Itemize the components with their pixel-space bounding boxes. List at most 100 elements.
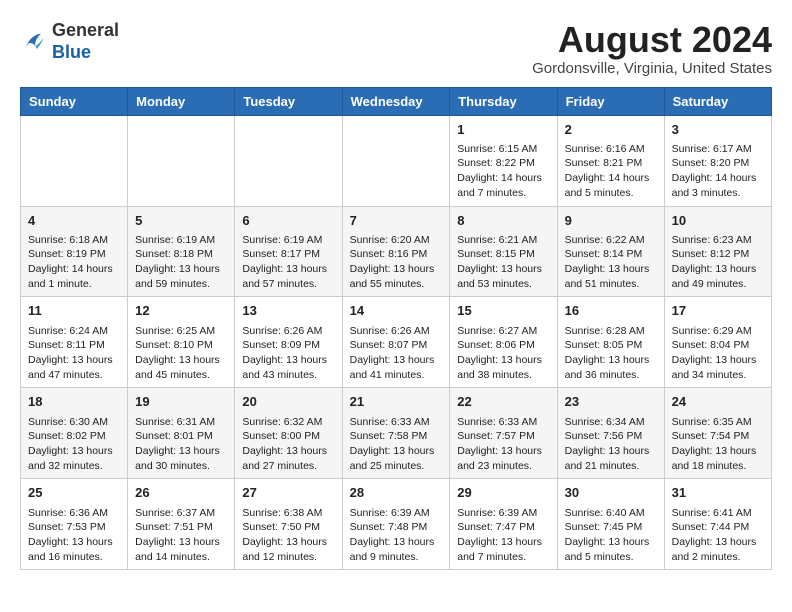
day-info: Sunrise: 6:39 AM Sunset: 7:48 PM Dayligh… [350, 507, 435, 563]
calendar-week-row: 25 Sunrise: 6:36 AM Sunset: 7:53 PM Dayli… [21, 479, 772, 570]
day-number: 27 [242, 484, 334, 502]
day-info: Sunrise: 6:30 AM Sunset: 8:02 PM Dayligh… [28, 416, 113, 472]
day-number: 23 [565, 393, 657, 411]
calendar-cell: 6Sunrise: 6:19 AM Sunset: 8:17 PM Daylig… [235, 206, 342, 297]
day-info: Sunrise: 6:32 AM Sunset: 8:00 PM Dayligh… [242, 416, 327, 472]
calendar-week-row: 18 Sunrise: 6:30 AM Sunset: 8:02 PM Dayli… [21, 388, 772, 479]
calendar-cell: 25 Sunrise: 6:36 AM Sunset: 7:53 PM Dayli… [21, 479, 128, 570]
day-info: Sunrise: 6:31 AM Sunset: 8:01 PM Dayligh… [135, 416, 220, 472]
day-info: Sunrise: 6:40 AM Sunset: 7:45 PM Dayligh… [565, 507, 650, 563]
calendar-cell [21, 115, 128, 206]
day-number: 30 [565, 484, 657, 502]
day-number: 14 [350, 302, 443, 320]
logo: General Blue [20, 20, 119, 63]
day-header-thursday: Thursday [450, 87, 557, 115]
day-number: 2 [565, 121, 657, 139]
day-number: 17 [672, 302, 764, 320]
day-info: Sunrise: 6:39 AM Sunset: 7:47 PM Dayligh… [457, 507, 542, 563]
day-info: Sunrise: 6:27 AM Sunset: 8:06 PM Dayligh… [457, 325, 542, 381]
day-info: Sunrise: 6:36 AM Sunset: 7:53 PM Dayligh… [28, 507, 113, 563]
day-number: 8 [457, 212, 549, 230]
calendar-week-row: 4Sunrise: 6:18 AM Sunset: 8:19 PM Daylig… [21, 206, 772, 297]
day-info: Sunrise: 6:25 AM Sunset: 8:10 PM Dayligh… [135, 325, 220, 381]
calendar-cell: 4Sunrise: 6:18 AM Sunset: 8:19 PM Daylig… [21, 206, 128, 297]
calendar-table: SundayMondayTuesdayWednesdayThursdayFrid… [20, 87, 772, 571]
day-info: Sunrise: 6:33 AM Sunset: 7:58 PM Dayligh… [350, 416, 435, 472]
location-subtitle: Gordonsville, Virginia, United States [532, 60, 772, 77]
logo-bird-icon [20, 28, 48, 56]
calendar-cell: 22 Sunrise: 6:33 AM Sunset: 7:57 PM Dayli… [450, 388, 557, 479]
day-number: 24 [672, 393, 764, 411]
calendar-cell [342, 115, 450, 206]
day-number: 7 [350, 212, 443, 230]
logo-text: General Blue [52, 20, 119, 63]
calendar-cell: 11Sunrise: 6:24 AM Sunset: 8:11 PM Dayli… [21, 297, 128, 388]
calendar-cell: 27 Sunrise: 6:38 AM Sunset: 7:50 PM Dayli… [235, 479, 342, 570]
day-info: Sunrise: 6:41 AM Sunset: 7:44 PM Dayligh… [672, 507, 757, 563]
day-header-friday: Friday [557, 87, 664, 115]
day-info: Sunrise: 6:21 AM Sunset: 8:15 PM Dayligh… [457, 234, 542, 290]
day-number: 20 [242, 393, 334, 411]
calendar-cell: 3 Sunrise: 6:17 AM Sunset: 8:20 PM Daylig… [664, 115, 771, 206]
day-number: 19 [135, 393, 227, 411]
day-number: 31 [672, 484, 764, 502]
calendar-cell: 15 Sunrise: 6:27 AM Sunset: 8:06 PM Dayli… [450, 297, 557, 388]
day-number: 25 [28, 484, 120, 502]
calendar-cell: 21 Sunrise: 6:33 AM Sunset: 7:58 PM Dayli… [342, 388, 450, 479]
calendar-cell: 2Sunrise: 6:16 AM Sunset: 8:21 PM Daylig… [557, 115, 664, 206]
day-header-saturday: Saturday [664, 87, 771, 115]
calendar-cell [235, 115, 342, 206]
calendar-cell: 19 Sunrise: 6:31 AM Sunset: 8:01 PM Dayli… [128, 388, 235, 479]
day-number: 3 [672, 121, 764, 139]
day-number: 18 [28, 393, 120, 411]
calendar-cell: 1 Sunrise: 6:15 AM Sunset: 8:22 PM Daylig… [450, 115, 557, 206]
day-number: 10 [672, 212, 764, 230]
calendar-cell: 26Sunrise: 6:37 AM Sunset: 7:51 PM Dayli… [128, 479, 235, 570]
day-info: Sunrise: 6:26 AM Sunset: 8:09 PM Dayligh… [242, 325, 327, 381]
day-number: 22 [457, 393, 549, 411]
day-number: 26 [135, 484, 227, 502]
day-info: Sunrise: 6:19 AM Sunset: 8:17 PM Dayligh… [242, 234, 327, 290]
day-number: 13 [242, 302, 334, 320]
calendar-week-row: 1 Sunrise: 6:15 AM Sunset: 8:22 PM Daylig… [21, 115, 772, 206]
day-header-wednesday: Wednesday [342, 87, 450, 115]
day-info: Sunrise: 6:33 AM Sunset: 7:57 PM Dayligh… [457, 416, 542, 472]
day-number: 5 [135, 212, 227, 230]
calendar-cell: 9Sunrise: 6:22 AM Sunset: 8:14 PM Daylig… [557, 206, 664, 297]
day-info: Sunrise: 6:17 AM Sunset: 8:20 PM Dayligh… [672, 143, 757, 199]
calendar-cell: 16Sunrise: 6:28 AM Sunset: 8:05 PM Dayli… [557, 297, 664, 388]
day-info: Sunrise: 6:20 AM Sunset: 8:16 PM Dayligh… [350, 234, 435, 290]
calendar-cell: 18 Sunrise: 6:30 AM Sunset: 8:02 PM Dayli… [21, 388, 128, 479]
day-info: Sunrise: 6:15 AM Sunset: 8:22 PM Dayligh… [457, 143, 542, 199]
calendar-week-row: 11Sunrise: 6:24 AM Sunset: 8:11 PM Dayli… [21, 297, 772, 388]
day-info: Sunrise: 6:34 AM Sunset: 7:56 PM Dayligh… [565, 416, 650, 472]
day-number: 29 [457, 484, 549, 502]
calendar-cell: 17 Sunrise: 6:29 AM Sunset: 8:04 PM Dayli… [664, 297, 771, 388]
calendar-cell: 8 Sunrise: 6:21 AM Sunset: 8:15 PM Daylig… [450, 206, 557, 297]
day-number: 21 [350, 393, 443, 411]
day-number: 15 [457, 302, 549, 320]
day-info: Sunrise: 6:35 AM Sunset: 7:54 PM Dayligh… [672, 416, 757, 472]
page-header: General Blue August 2024 Gordonsville, V… [20, 20, 772, 77]
calendar-cell: 29 Sunrise: 6:39 AM Sunset: 7:47 PM Dayli… [450, 479, 557, 570]
day-number: 28 [350, 484, 443, 502]
calendar-cell: 5 Sunrise: 6:19 AM Sunset: 8:18 PM Daylig… [128, 206, 235, 297]
calendar-cell [128, 115, 235, 206]
day-info: Sunrise: 6:38 AM Sunset: 7:50 PM Dayligh… [242, 507, 327, 563]
day-header-monday: Monday [128, 87, 235, 115]
day-info: Sunrise: 6:18 AM Sunset: 8:19 PM Dayligh… [28, 234, 113, 290]
day-info: Sunrise: 6:26 AM Sunset: 8:07 PM Dayligh… [350, 325, 435, 381]
logo-general: General [52, 20, 119, 40]
title-section: August 2024 Gordonsville, Virginia, Unit… [532, 20, 772, 77]
day-info: Sunrise: 6:29 AM Sunset: 8:04 PM Dayligh… [672, 325, 757, 381]
day-number: 1 [457, 121, 549, 139]
day-header-tuesday: Tuesday [235, 87, 342, 115]
calendar-cell: 30 Sunrise: 6:40 AM Sunset: 7:45 PM Dayli… [557, 479, 664, 570]
calendar-header-row: SundayMondayTuesdayWednesdayThursdayFrid… [21, 87, 772, 115]
calendar-cell: 14 Sunrise: 6:26 AM Sunset: 8:07 PM Dayli… [342, 297, 450, 388]
month-year-title: August 2024 [532, 20, 772, 60]
day-info: Sunrise: 6:19 AM Sunset: 8:18 PM Dayligh… [135, 234, 220, 290]
day-header-sunday: Sunday [21, 87, 128, 115]
calendar-cell: 28 Sunrise: 6:39 AM Sunset: 7:48 PM Dayli… [342, 479, 450, 570]
day-info: Sunrise: 6:24 AM Sunset: 8:11 PM Dayligh… [28, 325, 113, 381]
